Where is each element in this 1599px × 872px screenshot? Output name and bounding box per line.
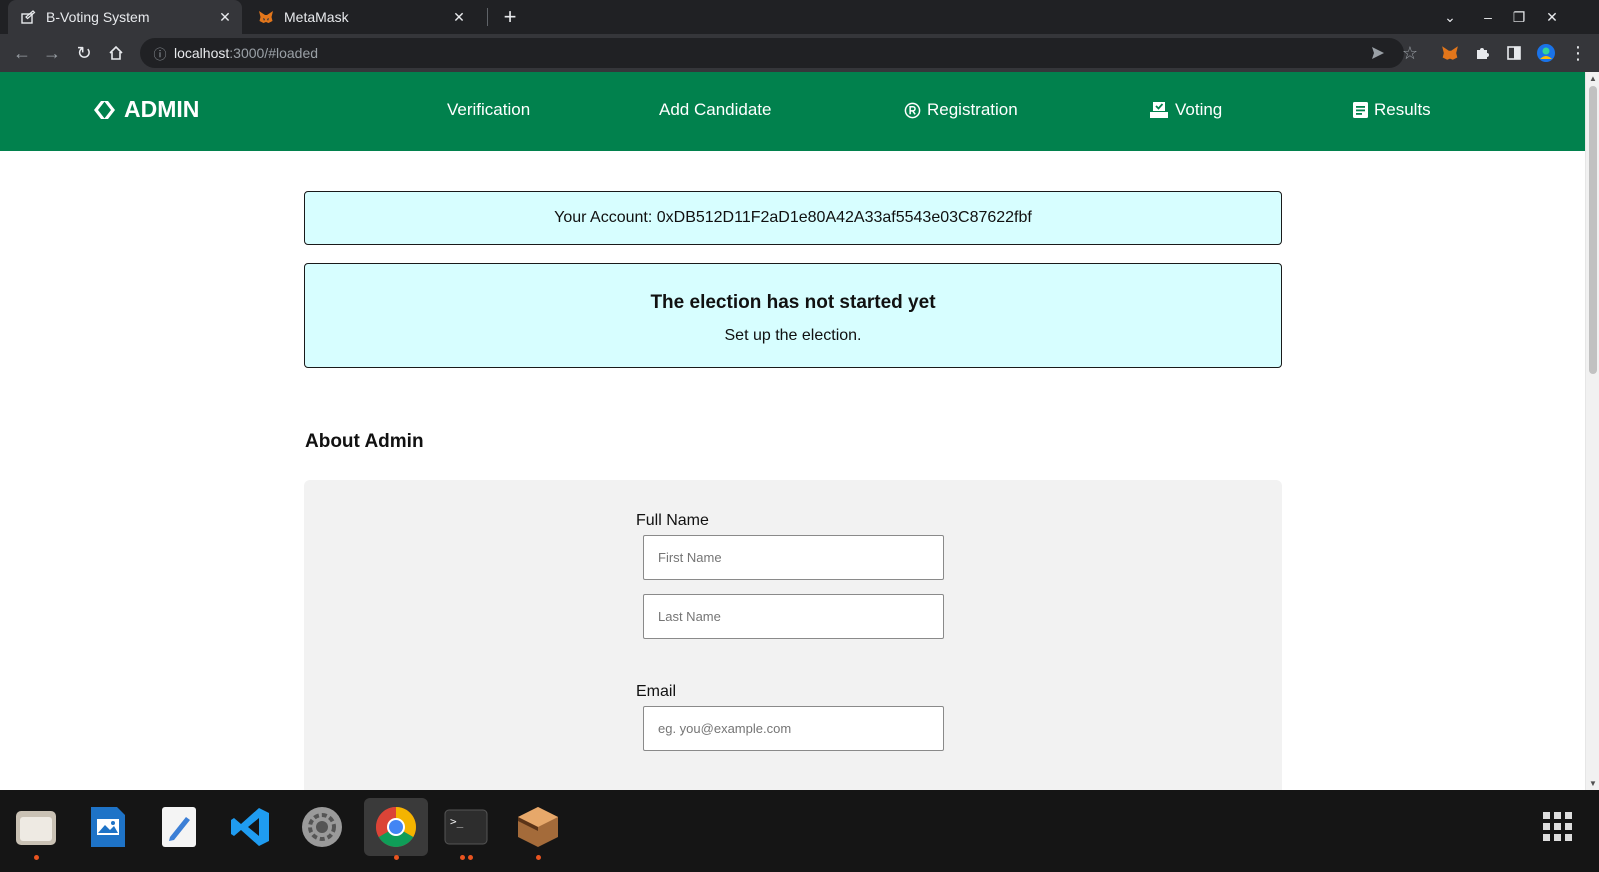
settings-icon[interactable] [294, 798, 350, 856]
brand-logo[interactable]: ADMIN [92, 96, 199, 123]
chrome-menu-icon[interactable]: ⋮ [1564, 39, 1592, 67]
tab-close-icon[interactable]: ✕ [214, 9, 236, 26]
browser-toolbar: ← → ↻ ⓘ localhost:3000/#loaded ☆ ⋮ [0, 34, 1599, 72]
tab-b-voting-system[interactable]: B-Voting System ✕ [8, 0, 242, 34]
new-tab-plus-icon[interactable]: + [498, 4, 522, 30]
files-icon[interactable] [8, 798, 64, 860]
scroll-down-arrow-icon[interactable]: ▼ [1589, 779, 1597, 788]
first-name-input[interactable] [643, 535, 944, 580]
chevrons-logo-icon [92, 99, 118, 121]
nav-add-candidate[interactable]: Add Candidate [659, 100, 771, 120]
nav-label: Verification [447, 100, 531, 119]
nav-voting[interactable]: Voting [1149, 100, 1222, 120]
running-indicator [460, 855, 465, 860]
text-editor-icon[interactable] [151, 798, 207, 856]
running-indicator [536, 855, 541, 860]
nav-label: Voting [1175, 100, 1223, 119]
email-label: Email [636, 683, 677, 700]
url-host: localhost [174, 45, 230, 61]
nav-label: Add Candidate [659, 100, 772, 119]
nav-label: Results [1374, 100, 1431, 119]
tab-metamask[interactable]: MetaMask ✕ [246, 0, 476, 34]
registered-icon [904, 102, 921, 119]
image-viewer-icon[interactable] [80, 798, 136, 856]
brand-text: ADMIN [124, 96, 200, 122]
full-name-label: Full Name [636, 512, 709, 529]
address-bar[interactable]: ⓘ localhost:3000/#loaded [140, 38, 1404, 68]
tab-title: MetaMask [284, 9, 349, 25]
about-admin-title: About Admin [305, 431, 424, 452]
terminal-icon[interactable]: >_ [438, 798, 494, 860]
document-icon [1353, 102, 1368, 118]
back-arrow-icon[interactable]: ← [8, 39, 36, 67]
svg-text:>_: >_ [450, 815, 464, 828]
account-address: Your Account: 0xDB512D11F2aD1e80A42A33af… [554, 209, 1032, 226]
forward-arrow-icon[interactable]: → [38, 39, 66, 67]
email-input[interactable] [643, 706, 944, 751]
tab-close-icon[interactable]: ✕ [448, 9, 470, 26]
last-name-input[interactable] [643, 594, 944, 639]
running-indicator [394, 855, 399, 860]
show-apps-grid-icon[interactable] [1530, 798, 1586, 856]
running-indicator [468, 855, 473, 860]
metamask-extension-icon[interactable] [1436, 39, 1464, 67]
nav-verification[interactable]: Verification [447, 100, 530, 120]
os-taskbar: >_ [0, 790, 1599, 872]
account-box: Your Account: 0xDB512D11F2aD1e80A42A33af… [304, 191, 1282, 245]
browser-tab-strip: B-Voting System ✕ MetaMask ✕ + ⌄ – ❐ ✕ [0, 0, 1599, 34]
ballot-icon [20, 9, 36, 25]
tab-search-chevron-icon[interactable]: ⌄ [1438, 4, 1462, 30]
page-scrollbar[interactable]: ▲ ▼ [1585, 72, 1599, 790]
election-status-message: Set up the election. [724, 327, 862, 344]
scroll-up-arrow-icon[interactable]: ▲ [1589, 74, 1597, 83]
profile-avatar[interactable] [1532, 39, 1560, 67]
chrome-icon[interactable] [364, 798, 428, 860]
page-viewport: ADMIN Verification Add Candidate Registr… [0, 72, 1599, 790]
about-admin-form: Full Name Email [304, 480, 1282, 790]
url-path: :3000/#loaded [229, 45, 319, 61]
election-status-heading: The election has not started yet [650, 292, 936, 313]
scrollbar-thumb[interactable] [1589, 86, 1597, 374]
bookmark-star-icon[interactable]: ☆ [1396, 39, 1424, 67]
extensions-puzzle-icon[interactable] [1468, 39, 1496, 67]
election-status-box: The election has not started yet Set up … [304, 263, 1282, 368]
tab-separator [487, 8, 488, 26]
nav-label: Registration [927, 100, 1018, 119]
nav-results[interactable]: Results [1353, 100, 1431, 120]
minimize-icon[interactable]: – [1476, 4, 1500, 30]
metamask-fox-icon [258, 9, 274, 25]
site-info-icon[interactable]: ⓘ [150, 44, 170, 63]
close-window-icon[interactable]: ✕ [1540, 4, 1564, 30]
home-icon[interactable] [102, 39, 130, 67]
reload-icon[interactable]: ↻ [70, 39, 98, 67]
nav-registration[interactable]: Registration [904, 100, 1018, 120]
side-panel-icon[interactable] [1500, 39, 1528, 67]
ganache-icon[interactable] [510, 798, 566, 860]
running-indicator [34, 855, 39, 860]
tab-title: B-Voting System [46, 9, 150, 25]
restore-icon[interactable]: ❐ [1507, 4, 1531, 30]
vscode-icon[interactable] [222, 798, 278, 856]
admin-navbar: ADMIN Verification Add Candidate Registr… [0, 72, 1585, 151]
ballot-box-icon [1149, 101, 1169, 119]
send-icon[interactable] [1364, 39, 1392, 67]
